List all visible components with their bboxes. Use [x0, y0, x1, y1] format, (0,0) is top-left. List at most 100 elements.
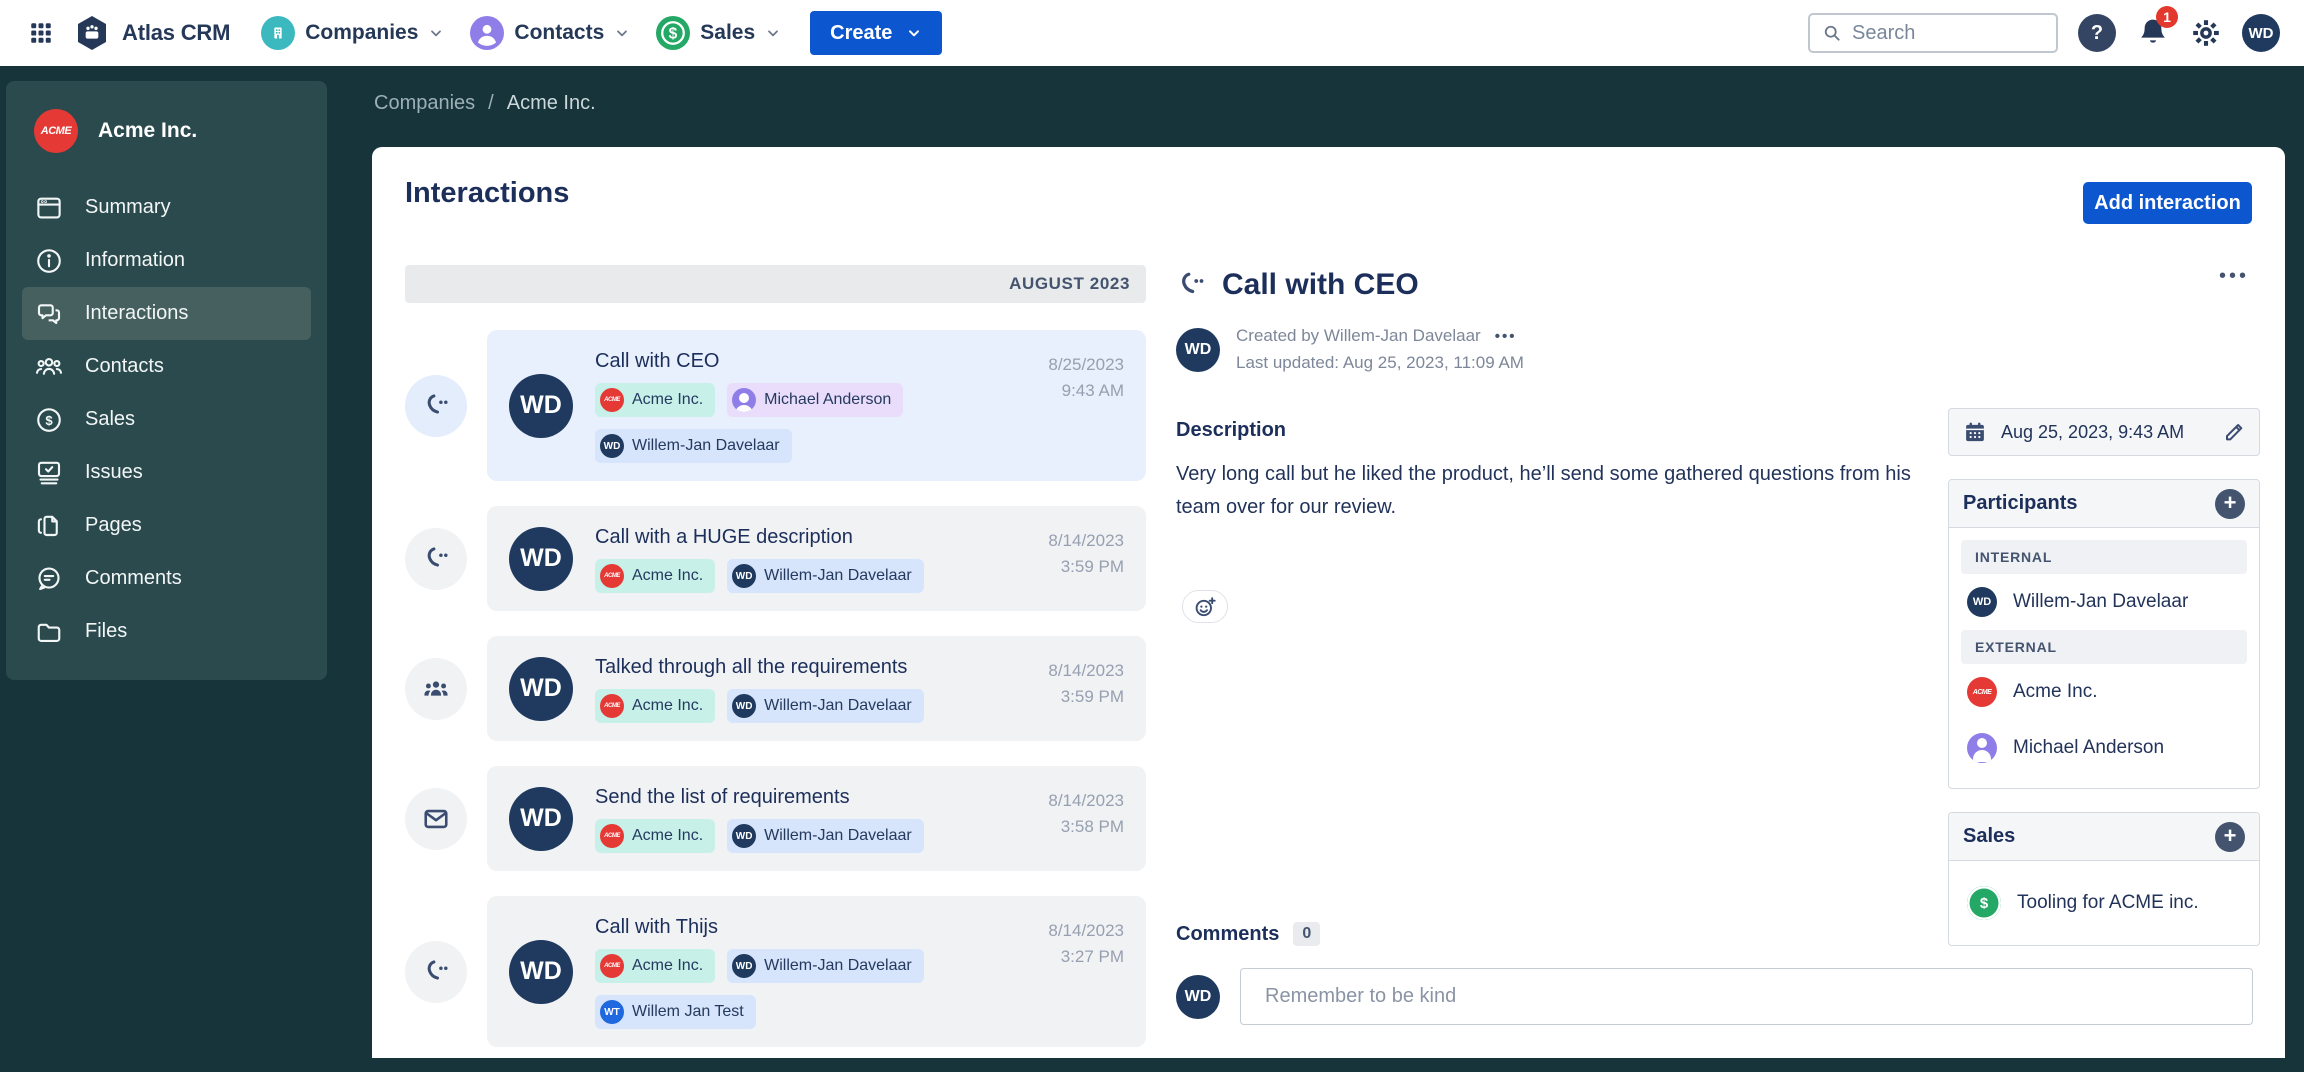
issues-icon	[34, 458, 64, 488]
avatar: WD	[509, 656, 573, 721]
acme-logo-icon: ACME	[600, 694, 624, 718]
calendar-icon	[1962, 419, 1988, 445]
description-text: Very long call but he liked the product,…	[1176, 463, 1911, 518]
interaction-date: 8/14/2023 3:59 PM	[1048, 661, 1124, 706]
tag-contact[interactable]: Michael Anderson	[727, 383, 904, 417]
description-heading: Description	[1176, 419, 1287, 441]
tag-company[interactable]: ACME Acme Inc.	[595, 689, 716, 723]
breadcrumb-companies[interactable]: Companies	[374, 92, 475, 115]
user-avatar-icon: WD	[1967, 587, 1997, 617]
add-interaction-button[interactable]: Add interaction	[2083, 182, 2252, 224]
interaction-datetime: Aug 25, 2023, 9:43 AM	[2001, 421, 2185, 442]
timeline-item-call-with-ceo[interactable]: WD Call with CEO ACME Acme Inc. Michael A…	[405, 330, 1146, 481]
comments-count-badge: 0	[1293, 922, 1321, 946]
atlas-crm-logo[interactable]: Atlas CRM	[72, 13, 230, 53]
interaction-datetime-chip[interactable]: Aug 25, 2023, 9:43 AM	[1948, 408, 2260, 456]
timeline-item-send-requirements[interactable]: WD Send the list of requirements ACME Acm…	[405, 766, 1146, 871]
tag-company[interactable]: ACME Acme Inc.	[595, 383, 716, 417]
settings-gear-icon[interactable]	[2190, 17, 2222, 49]
search-icon	[1822, 23, 1842, 43]
tag-user[interactable]: WD Willem-Jan Davelaar	[727, 819, 924, 853]
add-participant-button[interactable]: +	[2215, 488, 2245, 519]
tag-company[interactable]: ACME Acme Inc.	[595, 819, 716, 853]
acme-logo-icon: ACME	[600, 954, 624, 978]
nav-menu-sales[interactable]: $ Sales	[643, 11, 794, 55]
detail-title: Call with CEO	[1222, 268, 1419, 301]
interaction-card: WD Talked through all the requirements A…	[487, 636, 1146, 741]
add-reaction-button[interactable]	[1182, 590, 1228, 623]
nav-menu-companies[interactable]: Companies	[248, 11, 457, 55]
sidebar-item-issues[interactable]: Issues	[22, 446, 311, 499]
notifications-bell-icon[interactable]: 1	[2136, 6, 2178, 50]
help-button[interactable]: ?	[2078, 14, 2116, 52]
breadcrumb-current: Acme Inc.	[506, 92, 596, 114]
interaction-title: Talked through all the requirements	[595, 656, 908, 678]
user-avatar-icon: WT	[600, 1000, 624, 1024]
sidebar-item-pages[interactable]: Pages	[22, 499, 311, 552]
interaction-date: 8/14/2023 3:59 PM	[1048, 531, 1124, 576]
byline-more-menu[interactable]: •••	[1495, 328, 1517, 345]
interaction-date: 8/14/2023 3:58 PM	[1048, 791, 1124, 836]
sidebar-item-contacts[interactable]: Contacts	[22, 340, 311, 393]
interactions-chat-icon	[34, 299, 64, 329]
tag-user[interactable]: WD Willem-Jan Davelaar	[727, 949, 924, 983]
avatar: WD	[509, 373, 573, 438]
top-navbar: Atlas CRM Companies Contacts $ Sales Cre…	[0, 0, 2304, 66]
tag-user[interactable]: WD Willem-Jan Davelaar	[727, 689, 924, 723]
summary-icon	[34, 193, 64, 223]
company-header: ACME Acme Inc.	[22, 109, 311, 153]
avatar: WD	[509, 939, 573, 1004]
search-box[interactable]	[1808, 13, 2058, 53]
participant-row-company[interactable]: ACME Acme Inc.	[1961, 664, 2247, 720]
breadcrumb: Companies / Acme Inc.	[374, 92, 596, 115]
app-switcher-grid-icon[interactable]	[24, 16, 58, 50]
chevron-down-icon	[906, 25, 922, 41]
sidebar-item-comments[interactable]: Comments	[22, 552, 311, 605]
sales-dollar-icon: $	[656, 16, 691, 50]
sidebar-item-information[interactable]: Information	[22, 234, 311, 287]
participants-panel: Participants + INTERNAL WD Willem-Jan Da…	[1948, 479, 2260, 789]
sidebar-item-files[interactable]: Files	[22, 605, 311, 658]
interaction-card: WD Call with CEO ACME Acme Inc. Michael A…	[487, 330, 1146, 481]
pages-icon	[34, 511, 64, 541]
interaction-title: Send the list of requirements	[595, 786, 850, 808]
page-title: Interactions	[405, 177, 570, 209]
tag-company[interactable]: ACME Acme Inc.	[595, 949, 716, 983]
user-avatar-icon: WD	[732, 954, 757, 978]
sidebar-item-summary[interactable]: Summary	[22, 181, 311, 234]
timeline-item-talked-requirements[interactable]: WD Talked through all the requirements A…	[405, 636, 1146, 741]
comment-input[interactable]	[1240, 968, 2253, 1025]
call-icon	[1176, 270, 1206, 300]
search-input[interactable]	[1852, 21, 2044, 45]
add-sale-button[interactable]: +	[2215, 821, 2245, 852]
tag-user[interactable]: WT Willem Jan Test	[595, 995, 756, 1029]
user-avatar-icon: WD	[732, 564, 757, 588]
user-avatar[interactable]: WD	[2242, 14, 2280, 52]
tag-company[interactable]: ACME Acme Inc.	[595, 559, 716, 593]
interaction-title: Call with a HUGE description	[595, 526, 853, 548]
participant-row-contact[interactable]: Michael Anderson	[1961, 720, 2247, 776]
tag-user[interactable]: WD Willem-Jan Davelaar	[595, 429, 792, 463]
acme-logo-icon: ACME	[34, 109, 78, 153]
acme-logo-icon: ACME	[600, 824, 624, 848]
sidebar-item-sales[interactable]: $ Sales	[22, 393, 311, 446]
atlas-crm-logo-icon	[72, 13, 112, 53]
sidebar-item-interactions[interactable]: Interactions	[22, 287, 311, 340]
internal-section-label: INTERNAL	[1961, 540, 2247, 574]
call-icon	[405, 374, 467, 437]
company-sidebar: ACME Acme Inc. Summary Information Inter…	[6, 81, 327, 680]
tag-user[interactable]: WD Willem-Jan Davelaar	[727, 559, 924, 593]
interaction-card: WD Call with Thijs ACME Acme Inc. WD Wille…	[487, 896, 1146, 1047]
participant-row-internal[interactable]: WD Willem-Jan Davelaar	[1961, 574, 2247, 630]
nav-menu-contacts[interactable]: Contacts	[457, 11, 643, 55]
edit-datetime-pencil-icon[interactable]	[2222, 420, 2246, 444]
timeline-item-call-huge-description[interactable]: WD Call with a HUGE description ACME Acme…	[405, 506, 1146, 611]
meeting-icon	[405, 657, 467, 720]
chevron-down-icon	[428, 25, 444, 41]
people-group-icon	[34, 352, 64, 382]
timeline-item-call-with-thijs[interactable]: WD Call with Thijs ACME Acme Inc. WD Wille…	[405, 896, 1146, 1047]
detail-more-menu[interactable]: •••	[2219, 265, 2249, 288]
chevron-down-icon	[765, 25, 781, 41]
create-button[interactable]: Create	[810, 11, 943, 55]
person-avatar-icon	[732, 388, 757, 412]
